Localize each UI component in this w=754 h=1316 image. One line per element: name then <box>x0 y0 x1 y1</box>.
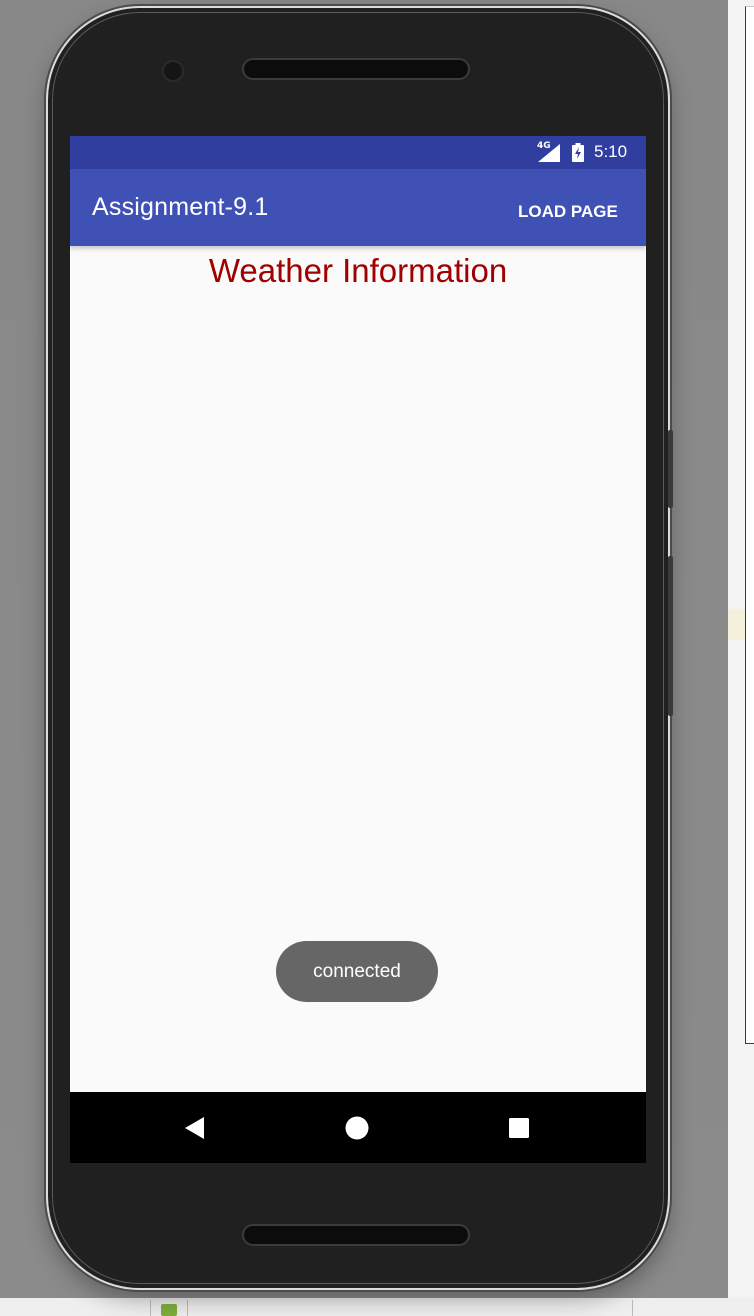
navigation-bar <box>70 1092 646 1163</box>
bottom-toolbar <box>0 1298 754 1316</box>
side-panel <box>728 0 754 1316</box>
back-triangle-icon <box>185 1117 204 1139</box>
app-title: Assignment-9.1 <box>92 193 269 221</box>
back-button[interactable] <box>174 1106 218 1150</box>
android-icon <box>161 1304 177 1316</box>
clock: 5:10 <box>594 142 628 161</box>
power-button[interactable] <box>668 556 673 716</box>
toolbar-divider <box>632 1300 633 1316</box>
battery-charging-icon <box>572 143 584 162</box>
panel-edge <box>745 6 754 1044</box>
front-camera-icon <box>164 62 182 80</box>
app-bar: Assignment-9.1 LOAD PAGE <box>70 169 646 246</box>
device-screen: 4G 5:10 Assignment-9.1 LOAD PAGE Weather… <box>70 136 646 1163</box>
recents-square-icon <box>509 1118 529 1138</box>
status-bar: 4G 5:10 <box>70 136 646 169</box>
recents-button[interactable] <box>497 1106 541 1150</box>
home-circle-icon <box>345 1116 369 1140</box>
volume-button[interactable] <box>668 430 673 508</box>
weather-heading: Weather Information <box>208 252 508 289</box>
top-speaker <box>244 60 468 78</box>
home-button[interactable] <box>335 1106 379 1150</box>
load-page-button[interactable]: LOAD PAGE <box>518 197 640 227</box>
signal-icon <box>538 144 560 162</box>
android-tab[interactable] <box>150 1300 188 1316</box>
toast-message: connected <box>276 941 438 1002</box>
bottom-speaker <box>244 1226 468 1244</box>
